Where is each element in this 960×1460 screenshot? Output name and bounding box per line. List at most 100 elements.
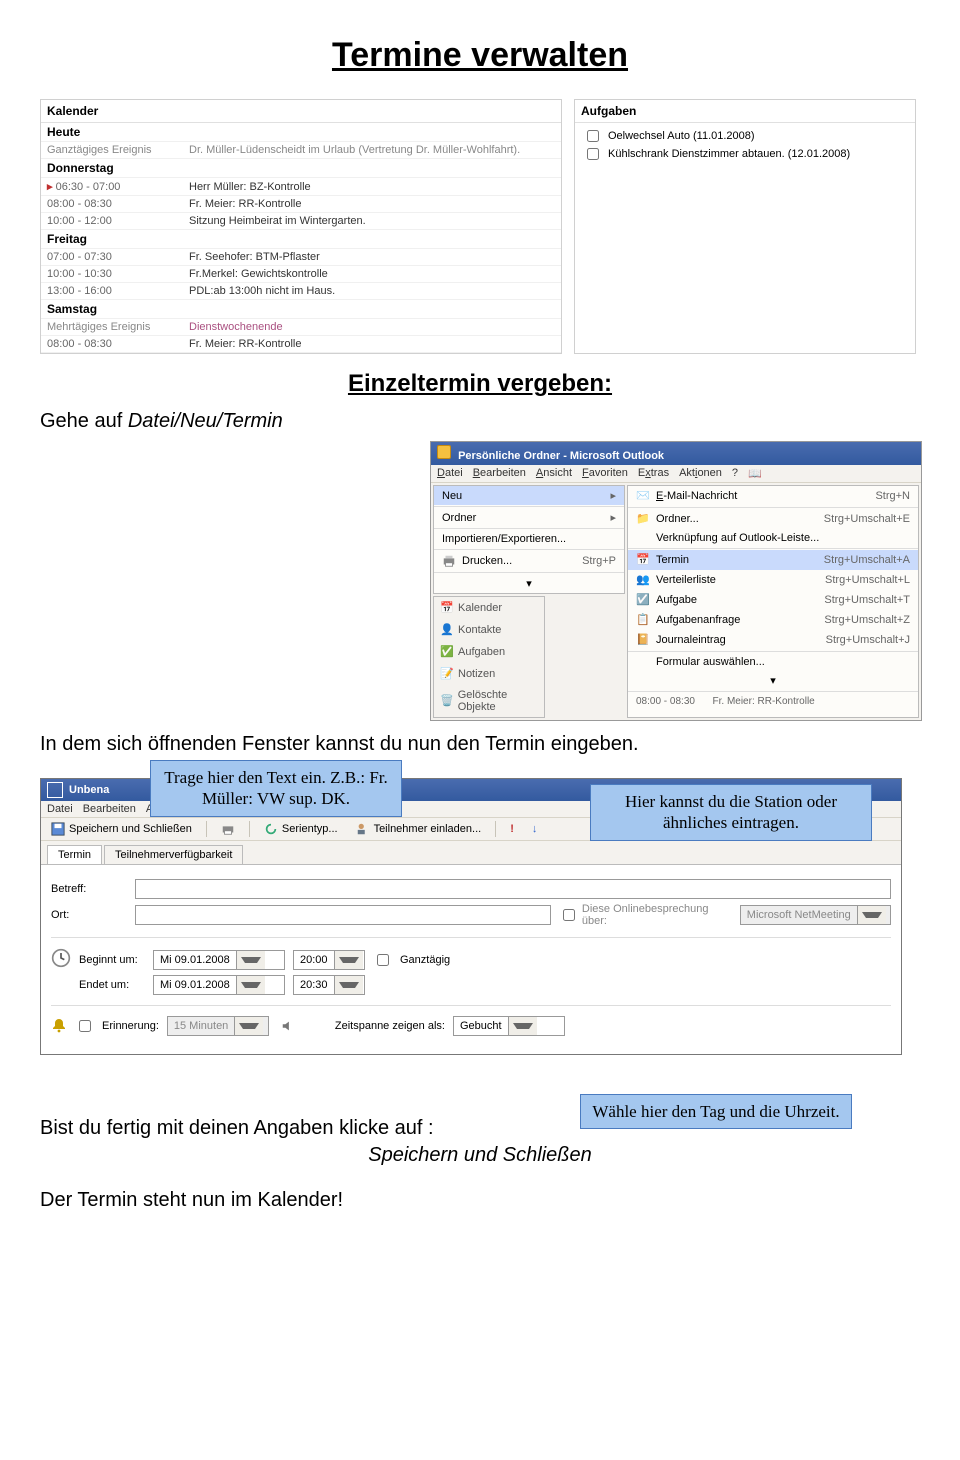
tab-termin[interactable]: Termin (47, 845, 102, 864)
online-checkbox[interactable] (563, 909, 575, 921)
menu-aktionen[interactable]: Aktionen (679, 467, 722, 480)
betreff-label: Betreff: (51, 883, 127, 895)
outlook-menubar: Datei Bearbeiten Ansicht Favoriten Extra… (431, 465, 921, 483)
submenu-formular[interactable]: Formular auswählen... (628, 653, 918, 671)
chevron-down-icon[interactable] (508, 1017, 537, 1035)
nav-kontakte[interactable]: 👤Kontakte (434, 619, 544, 641)
task-row[interactable]: Oelwechsel Auto (11.01.2008) (583, 127, 907, 145)
speaker-icon (281, 1019, 295, 1033)
caption-open-window: In dem sich öffnenden Fenster kannst du … (40, 731, 920, 758)
chevron-down-icon[interactable] (334, 951, 363, 969)
menu-neu[interactable]: Neu▸ (434, 486, 624, 505)
chevron-down-icon[interactable] (236, 951, 265, 969)
submenu-email[interactable]: ✉️E-Mail-NachrichtStrg+N (628, 486, 918, 506)
event-row[interactable]: 10:00 - 10:30Fr.Merkel: Gewichtskontroll… (41, 266, 561, 283)
event-text: Fr. Meier: RR-Kontrolle (183, 336, 561, 353)
nav-notizen[interactable]: 📝Notizen (434, 663, 544, 685)
menu-extras[interactable]: Extras (638, 467, 669, 480)
teilnehmer-button[interactable]: Teilnehmer einladen... (352, 821, 486, 837)
window-title: Persönliche Ordner - Microsoft Outlook (458, 450, 664, 462)
print-icon (221, 822, 235, 836)
appt-icon (47, 782, 63, 798)
distlist-icon: 👥 (636, 573, 650, 587)
menu-expand[interactable]: ▾ (434, 574, 624, 593)
menu-help[interactable]: ? (732, 467, 738, 480)
callout-betreff: Trage hier den Text ein. Z.B.: Fr. Mülle… (150, 760, 402, 817)
calendar-icon: 📅 (440, 601, 454, 615)
ort-input[interactable] (135, 905, 551, 925)
appointment-area: Unbena Datei Bearbeiten Ansicht Einfügen… (40, 778, 920, 1055)
submenu-journal[interactable]: 📔JournaleintragStrg+Umschalt+J (628, 630, 918, 650)
event-row[interactable]: Ganztägiges Ereignis Dr. Müller-Lüdensch… (41, 142, 561, 159)
clock-icon (51, 948, 71, 971)
ganztag-checkbox[interactable] (377, 954, 389, 966)
erinnerung-checkbox[interactable] (79, 1020, 91, 1032)
dashboard: Kalender Heute Ganztägiges Ereignis Dr. … (40, 99, 920, 354)
menu-datei[interactable]: Datei (437, 467, 463, 480)
menu-favoriten[interactable]: Favoriten (582, 467, 628, 480)
task-checkbox[interactable] (587, 148, 599, 160)
submenu-aufgabe[interactable]: ☑️AufgabeStrg+Umschalt+T (628, 590, 918, 610)
zeitspanne-select[interactable]: Gebucht (453, 1016, 565, 1036)
event-row[interactable]: Mehrtägiges EreignisDienstwochenende (41, 319, 561, 336)
callout-zeit: Wähle hier den Tag und die Uhrzeit. (580, 1094, 852, 1129)
betreff-input[interactable] (135, 879, 891, 899)
submenu-verknuepfung[interactable]: Verknüpfung auf Outlook-Leiste... (628, 529, 918, 547)
event-time: Ganztägiges Ereignis (41, 142, 183, 159)
endet-date-select[interactable]: Mi 09.01.2008 (153, 975, 285, 995)
zeitspanne-label: Zeitspanne zeigen als: (335, 1020, 445, 1032)
chevron-down-icon[interactable] (236, 976, 265, 994)
menu-help-icon[interactable]: 📖 (748, 467, 762, 480)
folder-icon: 📁 (636, 512, 650, 526)
beginnt-label: Beginnt um: (79, 954, 145, 966)
beginnt-date-select[interactable]: Mi 09.01.2008 (153, 950, 285, 970)
menu-import[interactable]: Importieren/Exportieren... (434, 530, 624, 548)
nav-geloeschte[interactable]: 🗑️Gelöschte Objekte (434, 685, 544, 717)
event-row[interactable]: 07:00 - 07:30Fr. Seehofer: BTM-Pflaster (41, 249, 561, 266)
menu-drucken[interactable]: Drucken...Strg+P (434, 551, 624, 571)
print-button[interactable] (217, 821, 239, 837)
task-row[interactable]: Kühlschrank Dienstzimmer abtauen. (12.01… (583, 145, 907, 163)
save-close-button[interactable]: Speichern und Schließen (47, 821, 196, 837)
notes-icon: 📝 (440, 667, 454, 681)
appt-menu-bearbeiten[interactable]: Bearbeiten (83, 803, 136, 815)
importance-low-button[interactable]: ↓ (528, 822, 542, 836)
taskreq-icon: 📋 (636, 613, 650, 627)
event-row[interactable]: 13:00 - 16:00PDL:ab 13:00h nicht im Haus… (41, 283, 561, 300)
endet-time-select[interactable]: 20:30 (293, 975, 365, 995)
kalender-pane: Kalender Heute Ganztägiges Ereignis Dr. … (40, 99, 562, 354)
nav-kalender[interactable]: 📅Kalender (434, 597, 544, 619)
chevron-down-icon[interactable] (334, 976, 363, 994)
event-row[interactable]: 08:00 - 08:30Fr. Meier: RR-Kontrolle (41, 336, 561, 353)
sound-button[interactable] (277, 1018, 299, 1034)
event-time: 10:00 - 10:30 (41, 266, 183, 283)
importance-high-button[interactable]: ! (506, 822, 518, 836)
bell-icon (51, 1017, 67, 1036)
menu-bearbeiten[interactable]: Bearbeiten (473, 467, 526, 480)
section-heading: Einzeltermin vergeben: (40, 370, 920, 398)
event-text: PDL:ab 13:00h nicht im Haus. (183, 283, 561, 300)
submenu-termin[interactable]: 📅TerminStrg+Umschalt+A (628, 550, 918, 570)
day-donnerstag: Donnerstag (41, 159, 561, 178)
event-text: Fr. Meier: RR-Kontrolle (183, 196, 561, 213)
submenu-verteilerliste[interactable]: 👥VerteilerlisteStrg+Umschalt+L (628, 570, 918, 590)
submenu-aufgabenanfrage[interactable]: 📋AufgabenanfrageStrg+Umschalt+Z (628, 610, 918, 630)
beginnt-time-select[interactable]: 20:00 (293, 950, 365, 970)
outlook-nav: 📅Kalender 👤Kontakte ✅Aufgaben 📝Notizen 🗑… (433, 596, 545, 718)
event-row[interactable]: ▸ 06:30 - 07:00 Herr Müller: BZ-Kontroll… (41, 178, 561, 196)
day-freitag: Freitag (41, 230, 561, 249)
erinnerung-label: Erinnerung: (102, 1020, 159, 1032)
submenu-ordner[interactable]: 📁Ordner...Strg+Umschalt+E (628, 509, 918, 529)
serientyp-button[interactable]: Serientyp... (260, 821, 342, 837)
nav-aufgaben[interactable]: ✅Aufgaben (434, 641, 544, 663)
submenu-expand[interactable]: ▾ (628, 671, 918, 690)
menu-ansicht[interactable]: Ansicht (536, 467, 572, 480)
tab-verfuegbarkeit[interactable]: Teilnehmerverfügbarkeit (104, 845, 243, 864)
task-checkbox[interactable] (587, 130, 599, 142)
datei-dropdown: Neu▸ Ordner▸ Importieren/Exportieren... … (433, 485, 625, 594)
event-row[interactable]: 08:00 - 08:30Fr. Meier: RR-Kontrolle (41, 196, 561, 213)
menu-ordner[interactable]: Ordner▸ (434, 508, 624, 527)
event-row[interactable]: 10:00 - 12:00Sitzung Heimbeirat im Winte… (41, 213, 561, 230)
appt-menu-datei[interactable]: Datei (47, 803, 73, 815)
mail-icon: ✉️ (636, 489, 650, 503)
